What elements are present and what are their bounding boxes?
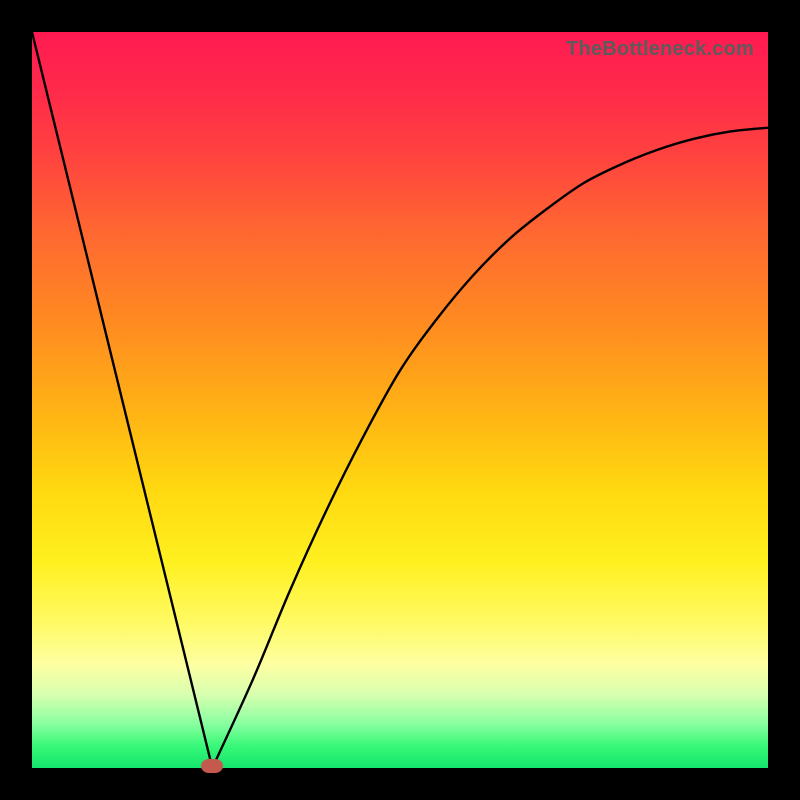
bottleneck-curve	[32, 32, 768, 768]
minimum-marker	[201, 759, 223, 773]
curve-path	[32, 32, 768, 768]
outer-frame: TheBottleneck.com	[0, 0, 800, 800]
plot-area: TheBottleneck.com	[32, 32, 768, 768]
